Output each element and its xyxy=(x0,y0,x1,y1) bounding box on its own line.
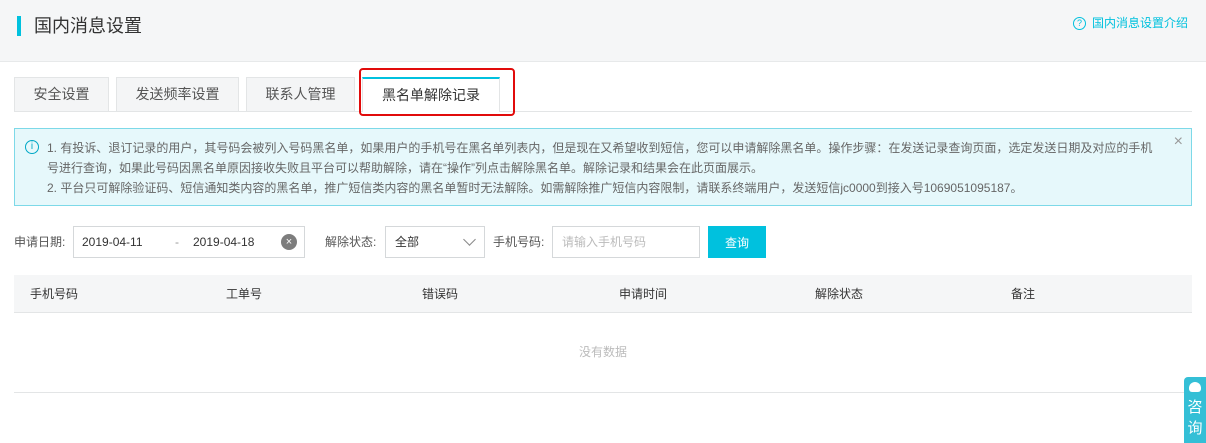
consult-label: 咨询 xyxy=(1187,399,1203,437)
date-range-picker[interactable]: 2019-04-11 - 2019-04-18 × xyxy=(73,226,305,258)
date-start[interactable]: 2019-04-11 xyxy=(82,227,143,257)
question-icon: ? xyxy=(1072,16,1086,30)
help-link[interactable]: ? 国内消息设置介绍 xyxy=(1072,15,1188,31)
tab-send-frequency-settings[interactable]: 发送频率设置 xyxy=(116,77,239,111)
tab-security-settings[interactable]: 安全设置 xyxy=(14,77,109,111)
column-header-removal-status: 解除状态 xyxy=(815,287,864,301)
notice-text: 1. 有投诉、退订记录的用户，其号码会被列入号码黑名单，如果用户的手机号在黑名单… xyxy=(47,138,1157,198)
phone-label: 手机号码: xyxy=(493,235,545,249)
chevron-down-icon xyxy=(463,233,476,246)
page-title: 国内消息设置 xyxy=(34,16,142,36)
status-label: 解除状态: xyxy=(325,235,377,249)
notice-line: 号进行查询，如果此号码因黑名单原因接收失败且平台可以帮助解除，请在“操作”列点击… xyxy=(47,161,763,175)
query-button[interactable]: 查询 xyxy=(708,226,766,258)
date-separator: - xyxy=(175,235,179,249)
date-end[interactable]: 2019-04-18 xyxy=(193,227,254,257)
table-body: 没有数据 xyxy=(14,313,1192,393)
notice-line: 2. 平台只可解除验证码、短信通知类内容的黑名单，推广短信类内容的黑名单暂时无法… xyxy=(47,181,1023,195)
chat-icon xyxy=(1189,382,1201,392)
column-header-apply-time: 申请时间 xyxy=(619,287,668,301)
help-link-label: 国内消息设置介绍 xyxy=(1091,16,1188,30)
phone-input[interactable] xyxy=(552,226,700,258)
info-notice: i 1. 有投诉、退订记录的用户，其号码会被列入号码黑名单，如果用户的手机号在黑… xyxy=(14,128,1192,206)
column-header-error-code: 错误码 xyxy=(422,287,459,301)
tab-contact-management[interactable]: 联系人管理 xyxy=(246,77,355,111)
records-table: 手机号码 工单号 错误码 申请时间 解除状态 备注 没有数据 xyxy=(14,275,1192,393)
empty-state: 没有数据 xyxy=(578,345,627,359)
page-header: 国内消息设置 ? 国内消息设置介绍 xyxy=(0,0,1206,62)
notice-line: 1. 有投诉、退订记录的用户，其号码会被列入号码黑名单，如果用户的手机号在黑名单… xyxy=(47,141,1153,155)
date-label: 申请日期: xyxy=(14,235,66,249)
table-header: 手机号码 工单号 错误码 申请时间 解除状态 备注 xyxy=(14,275,1192,313)
column-header-phone: 手机号码 xyxy=(30,287,79,301)
consult-float-button[interactable]: 咨询 xyxy=(1184,377,1206,443)
column-header-ticket: 工单号 xyxy=(226,287,263,301)
clear-icon[interactable]: × xyxy=(281,234,297,250)
column-header-remarks: 备注 xyxy=(1011,287,1036,301)
info-icon: i xyxy=(25,140,39,154)
status-select[interactable]: 全部 xyxy=(385,226,485,258)
close-icon[interactable]: × xyxy=(1174,134,1183,150)
status-select-value: 全部 xyxy=(395,235,420,249)
filter-bar: 申请日期: 2019-04-11 - 2019-04-18 × 解除状态: 全部… xyxy=(14,226,1192,258)
tab-bar: 安全设置 发送频率设置 联系人管理 黑名单解除记录 xyxy=(14,77,1192,112)
title-accent-bar xyxy=(17,16,21,36)
active-tab-highlight xyxy=(359,68,515,116)
